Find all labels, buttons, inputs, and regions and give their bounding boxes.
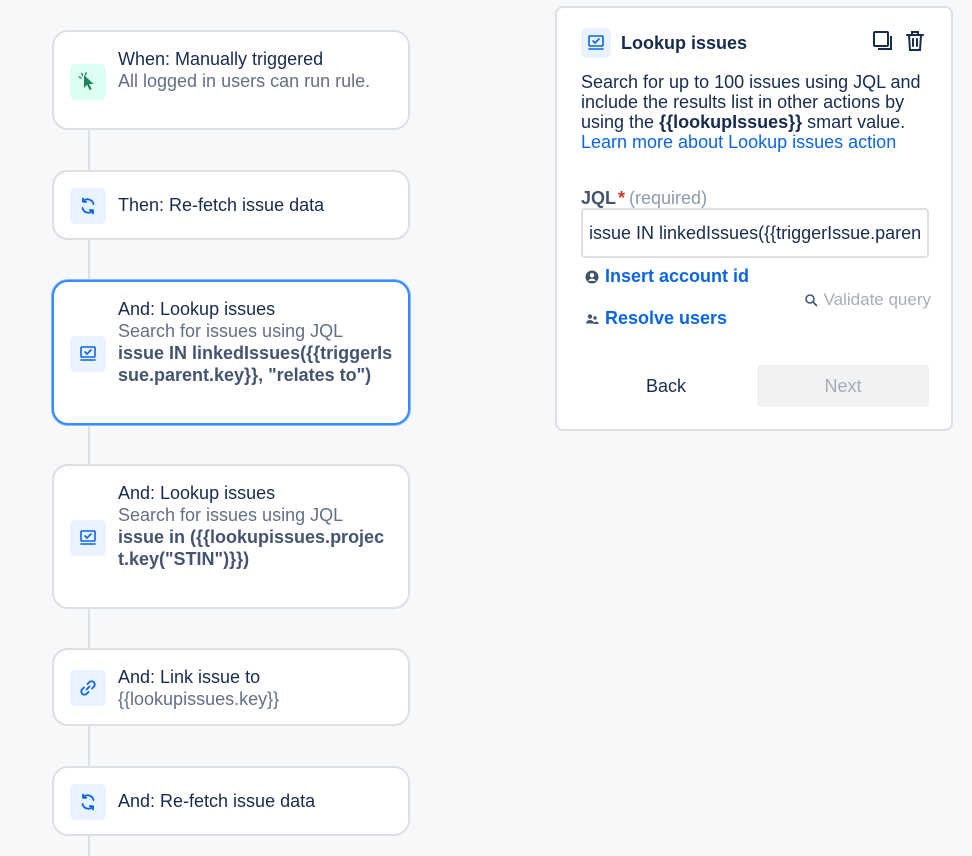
cursor-click-icon: [70, 64, 106, 100]
resolve-users-button[interactable]: Resolve users: [585, 308, 727, 329]
link-icon: [70, 670, 106, 706]
rule-canvas: When: Manually triggered All logged in u…: [0, 0, 972, 856]
card-subtitle: Search for issues using JQL: [118, 505, 344, 525]
learn-more-link[interactable]: Learn more about Lookup issues action: [581, 132, 896, 152]
card-title: And: Lookup issues: [118, 299, 276, 319]
card-subtitle: Search for issues using JQL: [118, 321, 344, 341]
card-jql: issue in ({{lookupissues.project.key("ST…: [118, 527, 385, 569]
monitor-check-icon: [70, 336, 106, 372]
trigger-card-manual[interactable]: When: Manually triggered All logged in u…: [52, 30, 410, 130]
jql-input[interactable]: [581, 208, 929, 258]
person-circle-icon: [585, 270, 599, 283]
panel-header: Lookup issues: [581, 28, 927, 58]
action-card-link-issue[interactable]: And: Link issue to {{lookupissues.key}}: [52, 648, 410, 726]
panel-description: Search for up to 100 issues using JQL an…: [581, 72, 921, 152]
action-card-refetch-2[interactable]: And: Re-fetch issue data: [52, 766, 410, 836]
copy-icon: [873, 31, 892, 50]
next-button[interactable]: Next: [757, 365, 929, 407]
card-title: And: Re-fetch issue data: [118, 791, 316, 811]
card-subtitle: All logged in users can run rule.: [118, 71, 371, 91]
card-title: Then: Re-fetch issue data: [118, 195, 325, 215]
card-title: And: Lookup issues: [118, 483, 276, 503]
insert-account-id-button[interactable]: Insert account id: [585, 266, 749, 287]
action-card-refetch[interactable]: Then: Re-fetch issue data: [52, 170, 410, 240]
panel-title: Lookup issues: [621, 33, 748, 53]
card-jql: issue IN linkedIssues({{triggerIssue.par…: [118, 343, 393, 385]
delete-button[interactable]: [903, 28, 927, 54]
jql-label: JQL * (required): [581, 188, 708, 208]
duplicate-button[interactable]: [871, 28, 895, 54]
card-title: And: Link issue to: [118, 667, 261, 687]
validate-query-button[interactable]: Validate query: [804, 290, 931, 310]
action-card-lookup-issues[interactable]: And: Lookup issues Search for issues usi…: [52, 464, 410, 609]
action-card-lookup-issues-selected[interactable]: And: Lookup issues Search for issues usi…: [52, 280, 410, 425]
people-icon: [586, 313, 599, 324]
search-icon: [804, 294, 817, 307]
monitor-check-icon: [581, 28, 611, 58]
card-title: When: Manually triggered: [118, 49, 324, 69]
refresh-icon: [70, 188, 106, 224]
monitor-check-icon: [70, 520, 106, 556]
card-subtitle: {{lookupissues.key}}: [118, 689, 280, 709]
back-button[interactable]: Back: [591, 365, 741, 407]
config-panel: Lookup issues Search for up to 100 issue…: [555, 6, 953, 431]
required-star: *: [618, 188, 626, 208]
refresh-icon: [70, 784, 106, 820]
trash-icon: [906, 31, 924, 51]
smart-value: {{lookupIssues}}: [659, 112, 803, 132]
